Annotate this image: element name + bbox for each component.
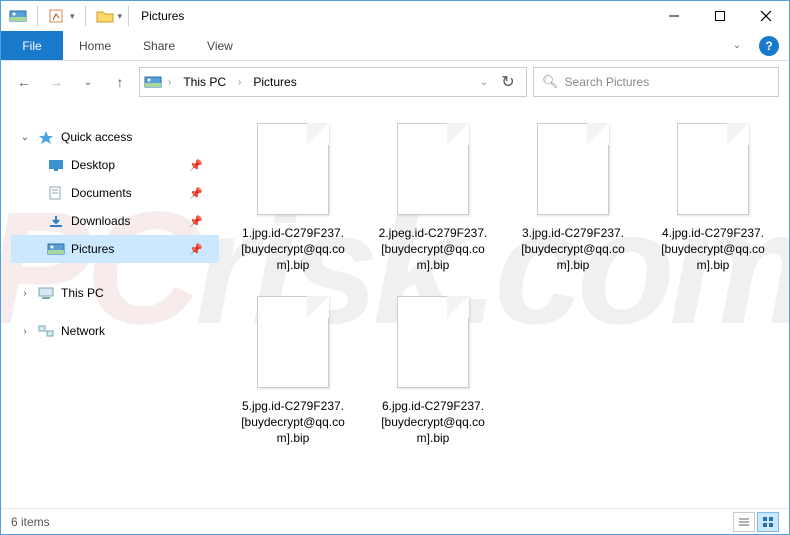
- ribbon-expand-icon[interactable]: ⌄: [725, 31, 749, 60]
- generic-file-icon: [533, 119, 613, 219]
- up-button[interactable]: ↑: [107, 69, 133, 95]
- ribbon: File Home Share View ⌄ ?: [1, 31, 789, 61]
- details-view-button[interactable]: [733, 512, 755, 532]
- breadcrumb-pictures[interactable]: Pictures: [247, 73, 302, 91]
- pin-icon: 📌: [189, 187, 203, 200]
- file-name: 4.jpg.id-C279F237.[buydecrypt@qq.com].bi…: [657, 225, 769, 274]
- chevron-right-icon[interactable]: [19, 326, 31, 337]
- pin-icon: 📌: [189, 215, 203, 228]
- help-button[interactable]: ?: [759, 36, 779, 56]
- maximize-button[interactable]: [697, 1, 743, 31]
- tab-file[interactable]: File: [1, 31, 63, 60]
- file-item[interactable]: 5.jpg.id-C279F237.[buydecrypt@qq.com].bi…: [237, 292, 349, 447]
- title-separator: [128, 6, 129, 26]
- generic-file-icon: [393, 119, 473, 219]
- tab-home[interactable]: Home: [63, 31, 127, 60]
- window-title: Pictures: [141, 9, 184, 23]
- item-count: 6 items: [11, 515, 50, 529]
- computer-icon: [37, 286, 55, 300]
- status-bar: 6 items: [1, 508, 789, 534]
- chevron-right-icon[interactable]: [19, 288, 31, 299]
- address-dropdown-icon[interactable]: ⌄: [480, 77, 488, 88]
- properties-icon[interactable]: [48, 9, 66, 23]
- file-name: 3.jpg.id-C279F237.[buydecrypt@qq.com].bi…: [517, 225, 629, 274]
- back-button[interactable]: ←: [11, 69, 37, 95]
- downloads-icon: [47, 214, 65, 228]
- address-row: ← → ⌄ ↑ › This PC › Pictures ⌄ ↻ 🔍︎ Sear…: [1, 61, 789, 103]
- nav-label: Desktop: [71, 158, 115, 172]
- nav-item-pictures[interactable]: Pictures 📌: [11, 235, 219, 263]
- qat-dropdown-icon[interactable]: ▾: [70, 11, 75, 22]
- file-item[interactable]: 6.jpg.id-C279F237.[buydecrypt@qq.com].bi…: [377, 292, 489, 447]
- icons-view-button[interactable]: [757, 512, 779, 532]
- nav-item-downloads[interactable]: Downloads 📌: [11, 207, 219, 235]
- pin-icon: 📌: [189, 243, 203, 256]
- tab-share[interactable]: Share: [127, 31, 191, 60]
- pin-icon: 📌: [189, 159, 203, 172]
- nav-item-desktop[interactable]: Desktop 📌: [11, 151, 219, 179]
- nav-network[interactable]: Network: [11, 317, 219, 345]
- search-icon: 🔍︎: [542, 74, 559, 90]
- quick-access-toolbar: ▾ ▾: [9, 6, 122, 26]
- file-name: 6.jpg.id-C279F237.[buydecrypt@qq.com].bi…: [377, 398, 489, 447]
- documents-icon: [47, 186, 65, 200]
- forward-button[interactable]: →: [43, 69, 69, 95]
- nav-label: Downloads: [71, 214, 130, 228]
- folder-icon[interactable]: [96, 9, 114, 23]
- qat-separator: [85, 6, 86, 26]
- nav-this-pc[interactable]: This PC: [11, 279, 219, 307]
- nav-label: Documents: [71, 186, 132, 200]
- recent-dropdown-icon[interactable]: ⌄: [75, 69, 101, 95]
- file-item[interactable]: 1.jpg.id-C279F237.[buydecrypt@qq.com].bi…: [237, 119, 349, 274]
- qat-dropdown-icon[interactable]: ▾: [118, 11, 123, 22]
- nav-quick-access[interactable]: Quick access: [11, 123, 219, 151]
- search-input[interactable]: 🔍︎ Search Pictures: [533, 67, 779, 97]
- nav-label: Network: [61, 324, 105, 338]
- star-icon: [37, 130, 55, 144]
- nav-label: Quick access: [61, 130, 132, 144]
- qat-separator: [37, 6, 38, 26]
- close-button[interactable]: [743, 1, 789, 31]
- address-bar[interactable]: › This PC › Pictures ⌄ ↻: [139, 67, 527, 97]
- generic-file-icon: [393, 292, 473, 392]
- generic-file-icon: [253, 292, 333, 392]
- search-placeholder: Search Pictures: [565, 75, 650, 89]
- minimize-button[interactable]: [651, 1, 697, 31]
- tab-view[interactable]: View: [191, 31, 249, 60]
- titlebar: ▾ ▾ Pictures: [1, 1, 789, 31]
- chevron-down-icon[interactable]: [19, 132, 31, 143]
- generic-file-icon: [673, 119, 753, 219]
- file-item[interactable]: 4.jpg.id-C279F237.[buydecrypt@qq.com].bi…: [657, 119, 769, 274]
- network-icon: [37, 324, 55, 338]
- file-list[interactable]: 1.jpg.id-C279F237.[buydecrypt@qq.com].bi…: [219, 103, 789, 521]
- file-item[interactable]: 2.jpeg.id-C279F237.[buydecrypt@qq.com].b…: [377, 119, 489, 274]
- pictures-icon: [47, 242, 65, 256]
- file-name: 5.jpg.id-C279F237.[buydecrypt@qq.com].bi…: [237, 398, 349, 447]
- file-item[interactable]: 3.jpg.id-C279F237.[buydecrypt@qq.com].bi…: [517, 119, 629, 274]
- location-picture-icon: [144, 75, 162, 89]
- chevron-right-icon[interactable]: ›: [168, 77, 171, 88]
- navigation-pane: Quick access Desktop 📌 Documents 📌: [1, 103, 219, 521]
- nav-label: This PC: [61, 286, 104, 300]
- app-icon: [9, 9, 27, 23]
- breadcrumb-this-pc[interactable]: This PC: [177, 73, 232, 91]
- desktop-icon: [47, 158, 65, 172]
- refresh-button[interactable]: ↻: [494, 72, 522, 92]
- file-name: 1.jpg.id-C279F237.[buydecrypt@qq.com].bi…: [237, 225, 349, 274]
- file-name: 2.jpeg.id-C279F237.[buydecrypt@qq.com].b…: [377, 225, 489, 274]
- nav-label: Pictures: [71, 242, 114, 256]
- chevron-right-icon[interactable]: ›: [238, 77, 241, 88]
- explorer-window: PCrisk.com ▾ ▾ Pictures: [0, 0, 790, 535]
- generic-file-icon: [253, 119, 333, 219]
- nav-item-documents[interactable]: Documents 📌: [11, 179, 219, 207]
